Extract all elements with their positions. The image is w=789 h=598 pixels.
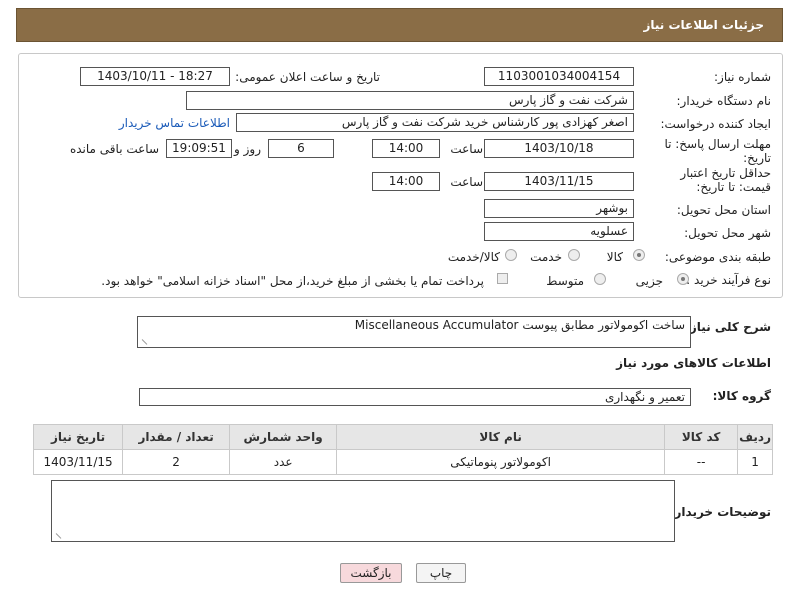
treasury-payment-note: پرداخت تمام یا بخشی از مبلغ خرید،از محل … <box>101 274 484 288</box>
price-validity-time-label: ساعت <box>450 175 483 189</box>
col-header-row-number: ردیف <box>737 424 773 450</box>
page-header: جزئیات اطلاعات نیاز <box>16 8 783 42</box>
goods-table: ردیف کد کالا نام کالا واحد شمارش تعداد /… <box>32 424 773 475</box>
process-medium-label: متوسط <box>546 274 584 288</box>
price-validity-date-field[interactable]: 1403/11/15 <box>484 172 634 191</box>
col-header-item-name: نام کالا <box>336 424 666 450</box>
cell-quantity: 2 <box>122 449 231 475</box>
creator-label: ایجاد کننده درخواست: <box>660 117 771 131</box>
cell-item-code: -- <box>664 449 739 475</box>
buyer-org-label: نام دستگاه خریدار: <box>676 94 772 108</box>
reply-deadline-label: مهلت ارسال پاسخ: تا تاریخ: <box>664 137 771 165</box>
process-medium-radio[interactable] <box>594 273 606 285</box>
category-service-radio[interactable] <box>568 249 580 261</box>
col-header-unit: واحد شمارش <box>229 424 338 450</box>
need-number-field[interactable]: 1103001034004154 <box>484 67 634 86</box>
category-goods-service-label: کالا/خدمت <box>447 250 500 264</box>
province-label: استان محل تحویل: <box>676 203 771 217</box>
cell-row-number: 1 <box>737 449 773 475</box>
goods-group-field[interactable]: تعمیر و نگهداری <box>139 388 691 406</box>
province-field[interactable]: بوشهر <box>484 199 634 218</box>
cell-need-date: 1403/11/15 <box>32 449 124 475</box>
announce-date-field[interactable]: 1403/10/11 - 18:27 <box>80 67 230 86</box>
cell-unit: عدد <box>229 449 338 475</box>
remaining-time-field[interactable]: 19:09:51 <box>166 139 232 158</box>
cell-item-name: اکومولاتور پنوماتیکی <box>336 449 666 475</box>
goods-table-header-row: ردیف کد کالا نام کالا واحد شمارش تعداد /… <box>32 424 773 450</box>
goods-info-title: اطلاعات کالاهای مورد نیاز <box>616 356 771 370</box>
description-textarea[interactable]: ساخت اکومولاتور مطابق پیوست Miscellaneou… <box>137 316 691 348</box>
col-header-need-date: تاریخ نیاز <box>32 424 124 450</box>
price-validity-label: حداقل تاریخ اعتبار قیمت: تا تاریخ: <box>680 166 771 194</box>
reply-time-field[interactable]: 14:00 <box>372 139 440 158</box>
category-goods-service-radio[interactable] <box>505 249 517 261</box>
process-minor-label: جزیی <box>635 274 663 288</box>
remaining-time-label: ساعت باقی مانده <box>69 142 159 156</box>
category-service-label: خدمت <box>530 250 562 264</box>
price-validity-time-field[interactable]: 14:00 <box>372 172 440 191</box>
table-row[interactable]: 1 -- اکومولاتور پنوماتیکی عدد 2 1403/11/… <box>32 449 773 475</box>
announce-date-label: تاریخ و ساعت اعلان عمومی: <box>235 70 380 84</box>
buyer-notes-textarea[interactable] <box>51 480 675 542</box>
category-goods-label: کالا <box>606 250 623 264</box>
city-label: شهر محل تحویل: <box>684 226 771 240</box>
category-label: طبقه بندی موضوعی: <box>664 250 771 264</box>
need-number-label: شماره نیاز: <box>714 70 771 84</box>
reply-date-field[interactable]: 1403/10/18 <box>484 139 634 158</box>
treasury-payment-checkbox[interactable] <box>497 273 508 284</box>
category-goods-radio[interactable] <box>633 249 645 261</box>
reply-time-label: ساعت <box>450 142 483 156</box>
col-header-quantity: تعداد / مقدار <box>122 424 231 450</box>
days-label: روز و <box>234 142 261 156</box>
creator-field[interactable]: اصغر کهزادی پور کارشناس خرید شرکت نفت و … <box>236 113 634 132</box>
print-button[interactable]: چاپ <box>416 563 466 583</box>
process-type-label: نوع فرآیند خرید : <box>686 273 771 287</box>
description-label: شرح کلی نیاز: <box>685 320 771 334</box>
buyer-org-field[interactable]: شرکت نفت و گاز پارس <box>186 91 634 110</box>
buyer-notes-label: توضیحات خریدار: <box>669 505 771 519</box>
goods-group-label: گروه کالا: <box>712 389 771 403</box>
page-title: جزئیات اطلاعات نیاز <box>643 18 764 32</box>
back-button[interactable]: بازگشت <box>340 563 402 583</box>
process-minor-radio[interactable] <box>677 273 689 285</box>
city-field[interactable]: عسلویه <box>484 222 634 241</box>
col-header-item-code: کد کالا <box>664 424 739 450</box>
buyer-contact-link[interactable]: اطلاعات تماس خریدار <box>119 116 230 130</box>
remaining-days-field[interactable]: 6 <box>268 139 334 158</box>
